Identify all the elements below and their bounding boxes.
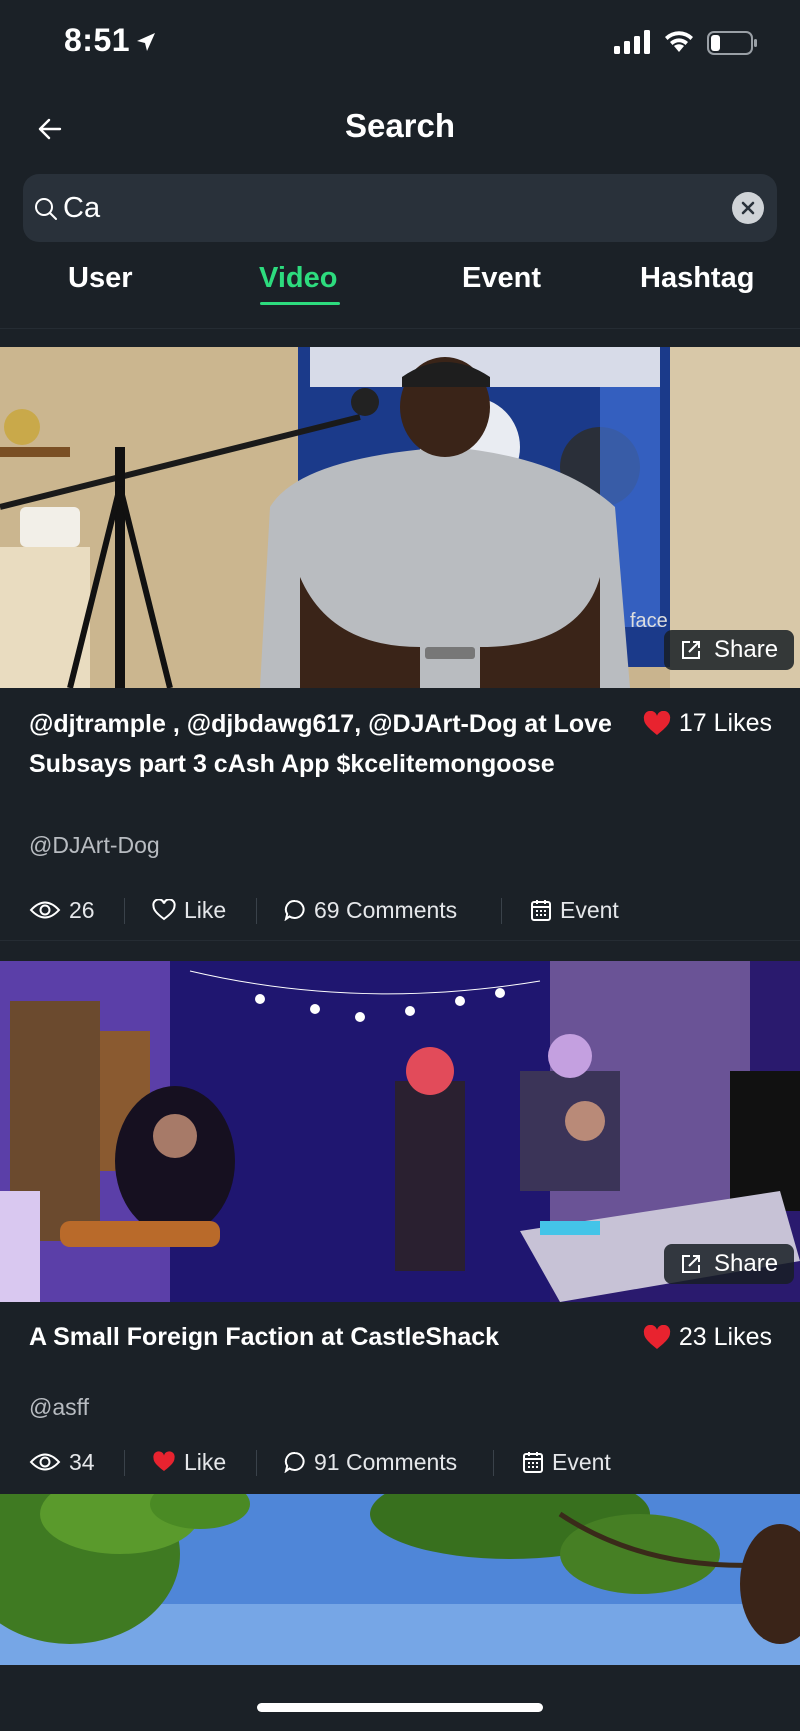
comment-icon (284, 900, 305, 921)
share-label: Share (714, 636, 779, 663)
active-tab-indicator (260, 302, 340, 305)
video-author[interactable]: @DJArt-Dog (29, 832, 160, 859)
heart-filled-icon (643, 1324, 671, 1349)
video-title[interactable]: A Small Foreign Faction at CastleShack (29, 1317, 619, 1357)
stat-separator (501, 898, 502, 924)
video-thumbnail[interactable]: face Share (0, 347, 800, 688)
video-stats-row: 34 Like 91 Comments Event (0, 1442, 800, 1482)
views-count: 26 (69, 896, 95, 923)
clear-search-button[interactable] (732, 192, 764, 224)
comments-button[interactable]: 91 Comments (284, 1442, 457, 1482)
share-icon (682, 641, 700, 659)
wifi-icon (665, 31, 693, 52)
video-thumbnail[interactable]: Share (0, 961, 800, 1302)
likes-count: 17 Likes (643, 709, 772, 738)
header: Search (0, 95, 800, 161)
stat-separator (124, 1450, 125, 1476)
eye-icon (29, 901, 61, 919)
bottom-bar (0, 1665, 800, 1731)
home-indicator[interactable] (257, 1703, 543, 1712)
close-icon (741, 201, 755, 215)
calendar-icon (531, 900, 551, 921)
views-stat: 34 (29, 1442, 95, 1482)
status-time: 8:51 (64, 22, 131, 58)
heart-outline-icon (152, 899, 176, 921)
event-button[interactable]: Event (530, 890, 619, 930)
comments-label: 91 Comments (314, 1448, 458, 1475)
stat-separator (124, 898, 125, 924)
tab-video[interactable]: Video (259, 262, 337, 295)
search-tabs: User Video Event Hashtag (0, 262, 800, 318)
divider (0, 328, 800, 329)
page-title: Search (344, 107, 456, 144)
search-icon (35, 198, 57, 220)
tab-hashtag[interactable]: Hashtag (640, 262, 754, 295)
location-arrow-icon (137, 33, 155, 51)
heart-filled-icon (643, 710, 671, 735)
svg-text:face: face (630, 610, 668, 632)
share-button[interactable]: Share (664, 1244, 795, 1284)
calendar-icon (523, 1452, 543, 1473)
share-button[interactable]: Share (664, 630, 795, 670)
status-bar: 8:51 (0, 0, 800, 90)
search-input[interactable] (63, 186, 703, 230)
comments-label: 69 Comments (314, 896, 458, 923)
comments-button[interactable]: 69 Comments (284, 890, 457, 930)
tab-user[interactable]: User (68, 262, 133, 295)
share-icon (682, 1255, 700, 1273)
likes-label: 23 Likes (678, 1323, 772, 1351)
search-box[interactable] (23, 174, 777, 242)
cellular-signal-icon (614, 30, 650, 54)
like-button[interactable]: Like (152, 890, 226, 930)
video-title[interactable]: @djtrample , @djbdawg617, @DJArt-Dog at … (29, 704, 619, 784)
video-thumbnail[interactable] (0, 1494, 800, 1665)
share-label: Share (714, 1250, 779, 1277)
battery-icon (707, 31, 757, 55)
views-stat: 26 (29, 890, 95, 930)
likes-label: 17 Likes (678, 709, 772, 737)
like-label: Like (184, 1448, 227, 1475)
divider (0, 940, 800, 941)
heart-filled-icon (153, 1451, 175, 1471)
tab-event[interactable]: Event (462, 262, 541, 295)
video-author[interactable]: @asff (29, 1394, 89, 1421)
video-thumbnail-image (0, 1494, 800, 1665)
event-label: Event (552, 1448, 611, 1475)
event-button[interactable]: Event (522, 1442, 611, 1482)
like-label: Like (184, 896, 227, 923)
stat-separator (493, 1450, 494, 1476)
views-count: 34 (69, 1448, 95, 1475)
stat-separator (256, 1450, 257, 1476)
event-label: Event (560, 896, 619, 923)
comment-icon (284, 1452, 305, 1473)
stat-separator (256, 898, 257, 924)
video-stats-row: 26 Like 69 Comments Event (0, 890, 800, 930)
like-button[interactable]: Like (152, 1442, 226, 1482)
likes-count: 23 Likes (643, 1323, 772, 1352)
eye-icon (29, 1453, 61, 1471)
